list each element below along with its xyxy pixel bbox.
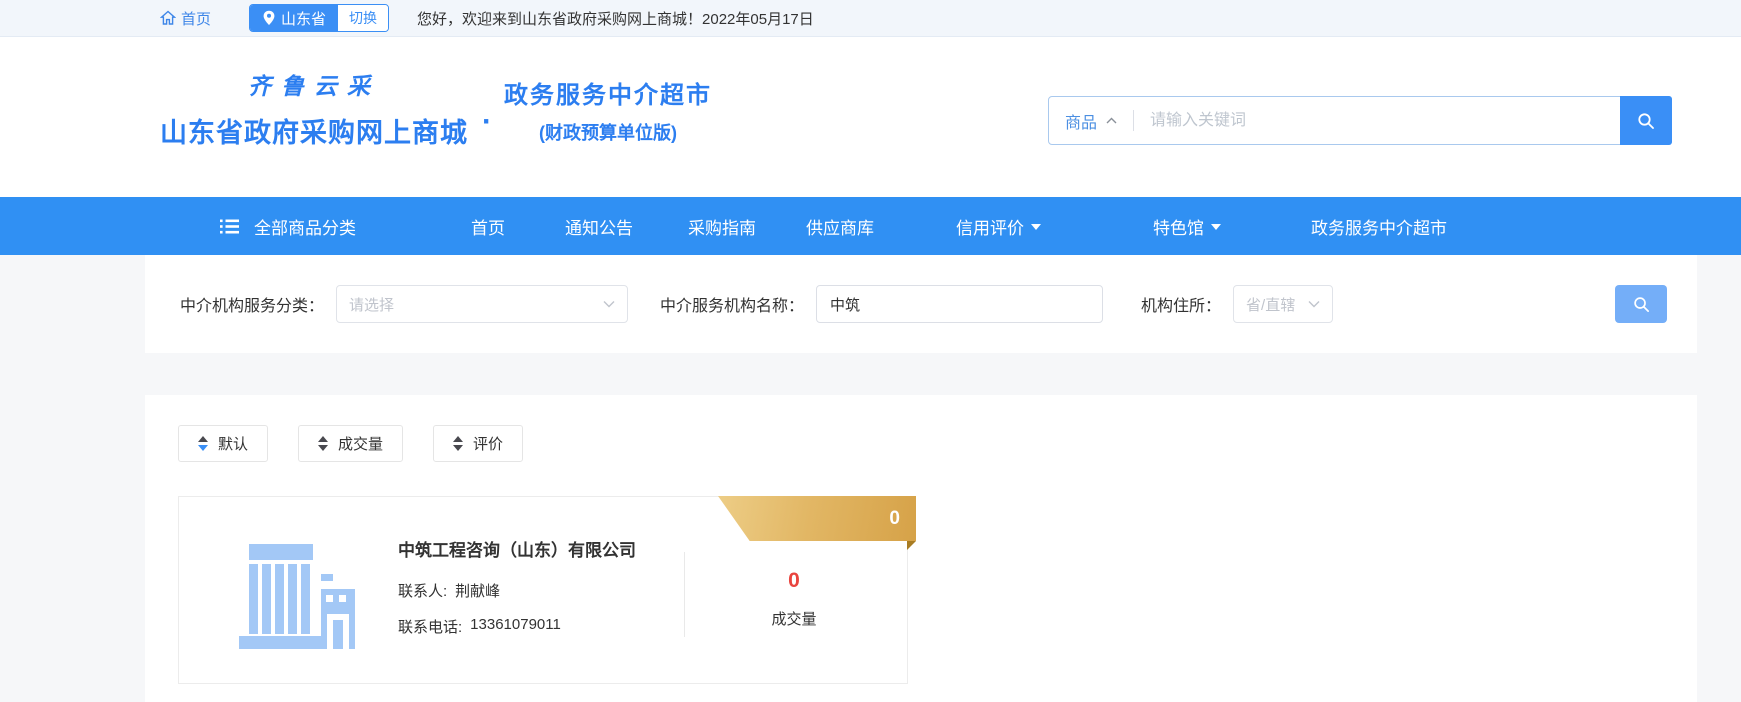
- search-input[interactable]: [1134, 97, 1620, 144]
- brand-separator-dot: ·: [482, 105, 492, 138]
- home-link-label: 首页: [181, 10, 212, 28]
- magnifier-icon: [1638, 112, 1654, 129]
- brand-sub-title: 政务服务中介超市: [504, 82, 712, 109]
- location-pin-icon: [263, 10, 275, 25]
- filter-location-select[interactable]: 省/直辖: [1233, 285, 1334, 323]
- ribbon-badge: 0: [718, 496, 916, 541]
- category-menu-icon: [220, 219, 239, 233]
- home-icon: [160, 10, 176, 25]
- magnifier-icon: [1633, 296, 1649, 312]
- search-button[interactable]: [1620, 96, 1672, 145]
- region-current-button[interactable]: 山东省: [250, 5, 339, 31]
- sort-button-label: 评价: [473, 436, 504, 453]
- all-categories-label: 全部商品分类: [254, 218, 356, 238]
- chevron-down-icon: [1211, 224, 1221, 230]
- ribbon-fold: [907, 541, 916, 550]
- sort-row: 默认 成交量 评价: [178, 425, 1697, 462]
- search-category-dropdown[interactable]: 商品: [1049, 97, 1133, 144]
- nav-item-label: 采购指南: [688, 218, 756, 238]
- sort-button-label: 成交量: [338, 436, 384, 453]
- nav-item-intermediary-supermarket[interactable]: 政务服务中介超市: [1311, 214, 1447, 239]
- main-navbar: 全部商品分类 首页 通知公告 采购指南 供应商库 信用评价 特色馆 政务服务中介…: [0, 197, 1741, 255]
- welcome-message: 您好，欢迎来到山东省政府采购网上商城！2022年05月17日: [417, 10, 814, 28]
- filter-category-select[interactable]: 请选择: [336, 285, 629, 323]
- all-categories-button[interactable]: 全部商品分类: [220, 214, 356, 239]
- region-current-label: 山东省: [281, 10, 327, 28]
- sort-carets-icon: [198, 436, 208, 451]
- home-link[interactable]: 首页: [160, 8, 211, 29]
- site-logo[interactable]: 齐鲁云采 山东省政府采购网上商城 · 政务服务中介超市 (财政预算单位版): [160, 67, 712, 150]
- nav-item-label: 首页: [471, 218, 505, 238]
- sort-carets-icon: [453, 436, 464, 451]
- nav-item-label: 政务服务中介超市: [1311, 218, 1447, 238]
- brand-sub-note: (财政预算单位版): [539, 123, 677, 143]
- region-switch-button[interactable]: 切换: [338, 5, 389, 31]
- contact-person-label: 联系人:: [398, 583, 448, 600]
- nav-item-credit-rating[interactable]: 信用评价: [956, 214, 1041, 239]
- sort-volume-button[interactable]: 成交量: [298, 425, 404, 462]
- nav-item-purchase-guide[interactable]: 采购指南: [688, 214, 756, 239]
- chevron-up-icon: [1106, 117, 1117, 124]
- sort-rating-button[interactable]: 评价: [433, 425, 524, 462]
- card-divider: [684, 552, 685, 637]
- agency-result-card[interactable]: 0 中筑工程咨询（山东）有限公司 联系人: 荆献峰 联系电话: 13361079…: [178, 496, 916, 684]
- nav-item-home[interactable]: 首页: [471, 214, 505, 239]
- contact-phone-value: 13361079011: [470, 616, 561, 633]
- nav-item-label: 通知公告: [565, 218, 633, 238]
- filter-location-label: 机构住所：: [1141, 298, 1222, 315]
- chevron-down-icon: [1031, 224, 1041, 230]
- brand-sub-block: 政务服务中介超市 (财政预算单位版): [504, 75, 712, 145]
- sort-default-button[interactable]: 默认: [178, 425, 269, 462]
- contact-person-value: 荆献峰: [455, 583, 501, 600]
- building-icon: [229, 544, 364, 649]
- nav-item-label: 信用评价: [956, 218, 1024, 238]
- sort-button-label: 默认: [218, 436, 249, 453]
- topbar: 首页 山东省 切换 您好，欢迎来到山东省政府采购网上商城！2022年05月17日: [0, 0, 1741, 37]
- nav-item-label: 供应商库: [806, 218, 874, 238]
- filter-category-placeholder: 请选择: [349, 296, 395, 314]
- region-selector: 山东省 切换: [249, 4, 390, 32]
- region-switch-label: 切换: [349, 10, 378, 26]
- deals-count: 0: [788, 569, 800, 592]
- filter-search-button[interactable]: [1615, 285, 1667, 323]
- nav-item-label: 特色馆: [1153, 218, 1204, 238]
- ribbon-count: 0: [889, 507, 900, 529]
- contact-person-row: 联系人: 荆献峰: [398, 580, 500, 601]
- nav-item-supplier-library[interactable]: 供应商库: [806, 214, 874, 239]
- filter-name-label: 中介服务机构名称：: [660, 298, 805, 315]
- filter-category-label: 中介机构服务分类：: [180, 298, 325, 315]
- filter-location-value: 省/直辖: [1246, 296, 1296, 314]
- results-panel: 默认 成交量 评价 0 中筑工程咨询（山东）有限公司 联系人: 荆献峰 联系电话…: [145, 395, 1697, 702]
- chevron-down-icon: [1308, 301, 1320, 308]
- filter-panel: 中介机构服务分类： 请选择 中介服务机构名称： 机构住所： 省/直辖: [145, 255, 1697, 353]
- deals-label: 成交量: [771, 611, 817, 628]
- header-search-box: 商品: [1048, 96, 1672, 145]
- chevron-down-icon: [603, 301, 615, 308]
- site-header: 齐鲁云采 山东省政府采购网上商城 · 政务服务中介超市 (财政预算单位版) 商品: [0, 37, 1741, 197]
- brand-script-text: 齐鲁云采: [248, 73, 380, 100]
- brand-main-title: 山东省政府采购网上商城: [160, 118, 468, 148]
- nav-item-featured-hall[interactable]: 特色馆: [1153, 214, 1221, 239]
- nav-list: 首页 通知公告 采购指南 供应商库 信用评价 特色馆 政务服务中介超市: [356, 214, 1447, 239]
- nav-item-notices[interactable]: 通知公告: [565, 214, 633, 239]
- sort-carets-icon: [318, 436, 329, 451]
- company-name[interactable]: 中筑工程咨询（山东）有限公司: [398, 536, 636, 561]
- agency-name-input[interactable]: [816, 285, 1104, 323]
- contact-phone-row: 联系电话: 13361079011: [398, 616, 561, 637]
- deals-block: 0 成交量: [719, 569, 869, 629]
- brand-main-block: 齐鲁云采 山东省政府采购网上商城: [160, 67, 468, 150]
- search-category-label: 商品: [1065, 114, 1098, 132]
- contact-phone-label: 联系电话:: [398, 619, 463, 636]
